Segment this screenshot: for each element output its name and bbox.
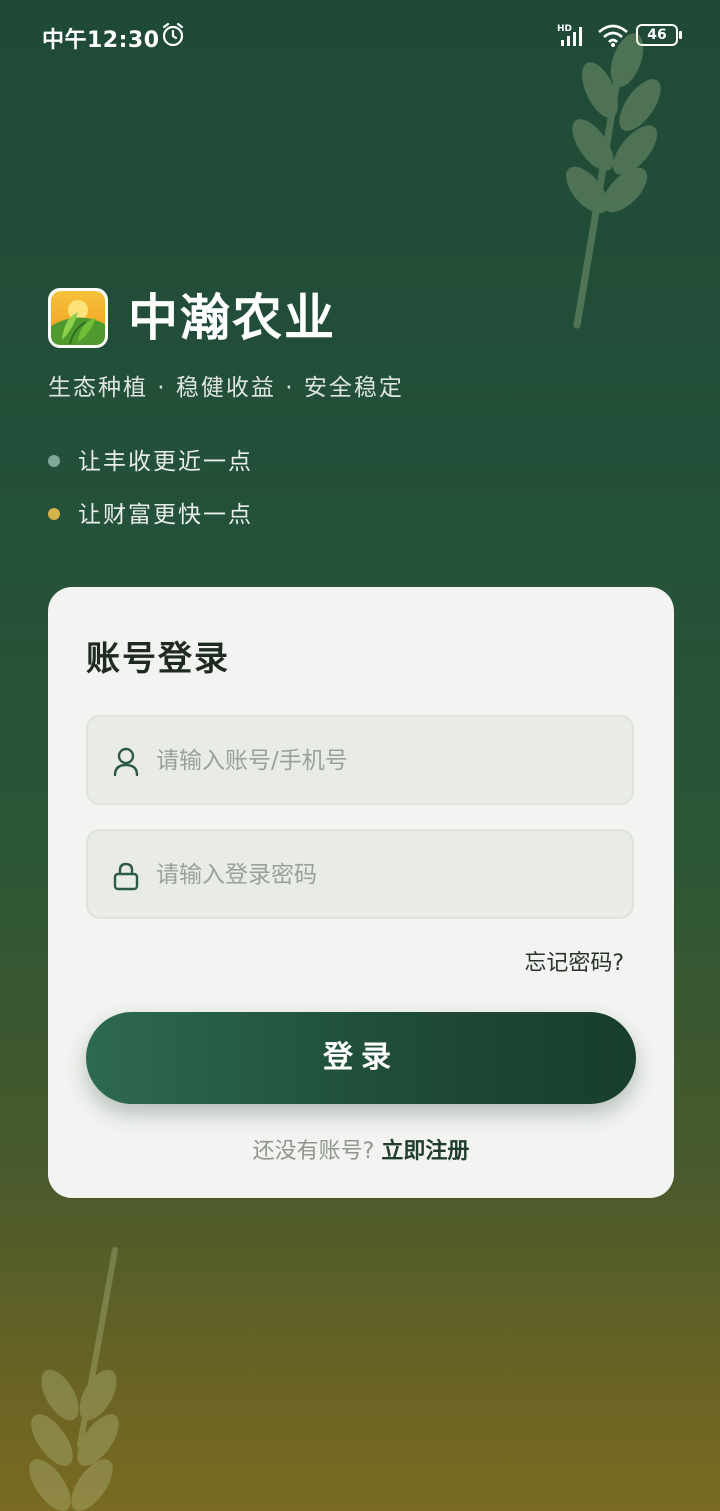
alarm-icon — [162, 22, 184, 47]
account-input[interactable] — [154, 717, 618, 805]
password-field[interactable] — [86, 829, 634, 919]
wheat-decoration — [566, 33, 661, 329]
app-name: 中瀚农业 — [128, 289, 336, 347]
bullet-dot — [48, 507, 60, 520]
register-link[interactable]: 立即注册 — [381, 1139, 469, 1164]
feature-item: 让丰收更近一点 — [48, 442, 253, 476]
login-card: 账号登录 忘记密码? 登录 还没有账号? 立即注册 — [48, 587, 674, 1198]
password-input[interactable] — [154, 831, 618, 919]
lock-icon — [113, 862, 139, 891]
bullet-dot — [48, 454, 60, 467]
register-prompt: 还没有账号? 立即注册 — [48, 1133, 674, 1165]
no-account-text: 还没有账号? — [252, 1139, 375, 1164]
login-title: 账号登录 — [86, 639, 230, 679]
user-icon — [113, 747, 139, 777]
app-logo — [48, 288, 108, 348]
tagline: 生态种植 · 稳健收益 · 安全稳定 — [48, 375, 404, 401]
account-field[interactable] — [86, 715, 634, 805]
login-button[interactable]: 登录 — [86, 1012, 636, 1104]
status-time: 中午12:30 — [42, 28, 160, 53]
feature-text: 让财富更快一点 — [78, 502, 253, 528]
feature-text: 让丰收更近一点 — [78, 449, 253, 475]
feature-item: 让财富更快一点 — [48, 495, 253, 529]
forgot-password-link[interactable]: 忘记密码? — [524, 945, 624, 977]
wheat-decoration — [29, 1247, 119, 1511]
